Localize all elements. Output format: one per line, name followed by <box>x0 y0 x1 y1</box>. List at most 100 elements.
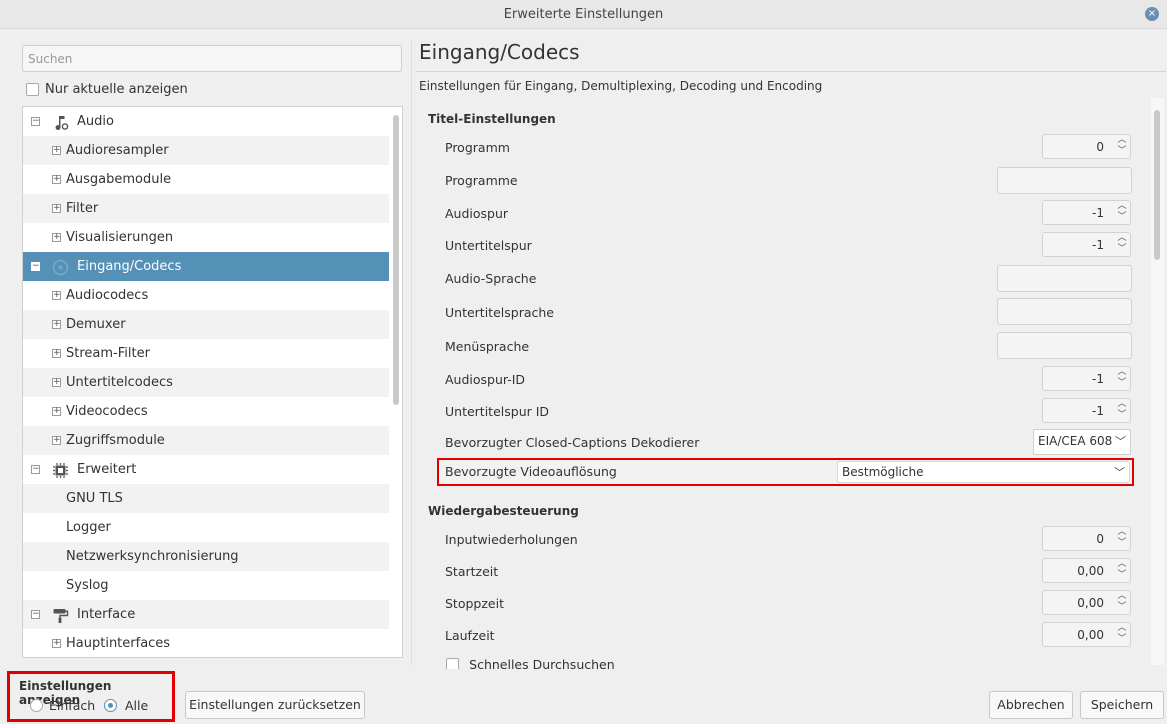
video-resolution-select[interactable]: Bestmögliche ﹀ <box>837 461 1130 483</box>
save-button[interactable]: Speichern <box>1080 691 1164 719</box>
expand-icon[interactable]: + <box>52 204 61 213</box>
reset-settings-button[interactable]: Einstellungen zurücksetzen <box>185 691 365 719</box>
window-titlebar: Erweiterte Einstellungen × <box>0 0 1167 29</box>
field-label-stoppzeit: Stoppzeit <box>445 596 504 611</box>
radio-simple[interactable] <box>30 699 43 712</box>
menuesprache-input[interactable] <box>997 332 1132 359</box>
field-label-audiospur-id: Audiospur-ID <box>445 372 526 387</box>
audiospur-id-spinbox[interactable]: -1 ︿ ﹀ <box>1042 366 1131 391</box>
collapse-icon[interactable]: − <box>31 610 40 619</box>
expand-icon[interactable]: + <box>52 436 61 445</box>
spin-arrows-icon[interactable]: ︿ ﹀ <box>1115 623 1129 646</box>
tree-item-stream-filter[interactable]: + Stream-Filter <box>23 339 389 368</box>
field-label-audio-sprache: Audio-Sprache <box>445 271 537 286</box>
collapse-icon[interactable]: − <box>31 117 40 126</box>
tree-item-audiocodecs[interactable]: + Audiocodecs <box>23 281 389 310</box>
expand-icon[interactable]: + <box>52 378 61 387</box>
untertitelspur-id-spinbox[interactable]: -1 ︿ ﹀ <box>1042 398 1131 423</box>
tree-item-erweitert[interactable]: − Erweitert <box>23 455 389 484</box>
tree-item-hauptinterfaces[interactable]: + Hauptinterfaces <box>23 629 389 657</box>
laufzeit-spinbox[interactable]: 0,00 ︿ ﹀ <box>1042 622 1131 647</box>
field-label-video-resolution: Bevorzugte Videoauflösung <box>445 464 617 479</box>
group-title-wiedergabe: Wiedergabesteuerung <box>428 504 579 518</box>
spin-arrows-icon[interactable]: ︿ ﹀ <box>1115 399 1129 422</box>
tree-item-label: Audiocodecs <box>66 288 149 303</box>
tree-item-zugriffsmodule[interactable]: + Zugriffsmodule <box>23 426 389 455</box>
radio-simple-label: Einfach <box>49 698 96 713</box>
settings-scrollbar[interactable] <box>1154 110 1160 260</box>
tree-item-label: Stream-Filter <box>66 346 150 361</box>
cancel-button[interactable]: Abbrechen <box>989 691 1073 719</box>
programm-spinbox[interactable]: 0 ︿ ﹀ <box>1042 134 1131 159</box>
field-label-startzeit: Startzeit <box>445 564 499 579</box>
spin-arrows-icon[interactable]: ︿ ﹀ <box>1115 591 1129 614</box>
spin-arrows-icon[interactable]: ︿ ﹀ <box>1115 527 1129 550</box>
startzeit-spinbox[interactable]: 0,00 ︿ ﹀ <box>1042 558 1131 583</box>
untertitelsprache-input[interactable] <box>997 298 1132 325</box>
fast-seek-checkbox[interactable]: Schnelles Durchsuchen <box>446 655 1146 669</box>
tree-item-interface[interactable]: − Interface <box>23 600 389 629</box>
only-current-checkbox[interactable]: Nur aktuelle anzeigen <box>26 82 188 97</box>
expand-icon[interactable]: + <box>52 233 61 242</box>
checkbox-box[interactable] <box>446 658 459 669</box>
collapse-icon[interactable]: − <box>31 465 40 474</box>
page-description: Einstellungen für Eingang, Demultiplexin… <box>419 79 823 93</box>
input-repeats-spinbox[interactable]: 0 ︿ ﹀ <box>1042 526 1131 551</box>
field-label-audiospur: Audiospur <box>445 206 509 221</box>
tree-item-filter[interactable]: + Filter <box>23 194 389 223</box>
tree-item-audioresampler[interactable]: + Audioresampler <box>23 136 389 165</box>
programme-input[interactable] <box>997 167 1132 194</box>
tree-item-audio[interactable]: − Audio <box>23 107 389 136</box>
tree-item-syslog[interactable]: Syslog <box>23 571 389 600</box>
tree-item-label: Untertitelcodecs <box>66 375 173 390</box>
untertitelspur-spinbox[interactable]: -1 ︿ ﹀ <box>1042 232 1131 257</box>
tree-item-untertitelcodecs[interactable]: + Untertitelcodecs <box>23 368 389 397</box>
tree-item-label: Audio <box>77 114 114 129</box>
expand-icon[interactable]: + <box>52 349 61 358</box>
expand-icon[interactable]: + <box>52 407 61 416</box>
tree-item-ausgabemodule[interactable]: + Ausgabemodule <box>23 165 389 194</box>
expand-icon[interactable]: + <box>52 175 61 184</box>
window-title: Erweiterte Einstellungen <box>503 7 664 22</box>
spin-arrows-icon[interactable]: ︿ ﹀ <box>1115 201 1129 224</box>
spin-arrows-icon[interactable]: ︿ ﹀ <box>1115 367 1129 390</box>
audio-sprache-input[interactable] <box>997 265 1132 292</box>
tree-item-netzwerksynchronisierung[interactable]: Netzwerksynchronisierung <box>23 542 389 571</box>
spin-arrows-icon[interactable]: ︿ ﹀ <box>1115 135 1129 158</box>
tree-item-visualisierungen[interactable]: + Visualisierungen <box>23 223 389 252</box>
tree-item-eingang-codecs[interactable]: − Eingang/Codecs <box>23 252 389 281</box>
tree-item-label: Demuxer <box>66 317 126 332</box>
tree-item-label: Filter <box>66 201 99 216</box>
group-title-titel: Titel-Einstellungen <box>428 112 556 126</box>
stoppzeit-spinbox[interactable]: 0,00 ︿ ﹀ <box>1042 590 1131 615</box>
tree-item-logger[interactable]: Logger <box>23 513 389 542</box>
expand-icon[interactable]: + <box>52 146 61 155</box>
expand-icon[interactable]: + <box>52 320 61 329</box>
chevron-down-icon: ﹀ <box>1114 466 1125 479</box>
tree-scrollbar[interactable] <box>393 115 399 405</box>
field-label-cc-decoder: Bevorzugter Closed-Captions Dekodierer <box>445 435 700 450</box>
tree-item-label: GNU TLS <box>66 491 123 506</box>
field-label-menuesprache: Menüsprache <box>445 339 530 354</box>
search-input[interactable]: Suchen <box>22 45 402 72</box>
checkbox-box[interactable] <box>26 83 39 96</box>
tree-item-label: Ausgabemodule <box>66 172 172 187</box>
tree-item-gnu-tls[interactable]: GNU TLS <box>23 484 389 513</box>
tree-item-label: Netzwerksynchronisierung <box>66 549 239 564</box>
field-label-laufzeit: Laufzeit <box>445 628 495 643</box>
spin-arrows-icon[interactable]: ︿ ﹀ <box>1115 233 1129 256</box>
collapse-icon[interactable]: − <box>31 262 40 271</box>
cc-decoder-select[interactable]: EIA/CEA 608 ﹀ <box>1033 429 1131 455</box>
audiospur-spinbox[interactable]: -1 ︿ ﹀ <box>1042 200 1131 225</box>
settings-tree[interactable]: − Audio + Audioresampler + Ausgabemodule + Filt… <box>22 106 403 658</box>
tree-item-label: Erweitert <box>77 462 137 477</box>
field-label-programme: Programme <box>445 173 518 188</box>
field-label-untertitelspur: Untertitelspur <box>445 238 532 253</box>
spin-arrows-icon[interactable]: ︿ ﹀ <box>1115 559 1129 582</box>
tree-item-demuxer[interactable]: + Demuxer <box>23 310 389 339</box>
expand-icon[interactable]: + <box>52 639 61 648</box>
tree-item-videocodecs[interactable]: + Videocodecs <box>23 397 389 426</box>
radio-all[interactable] <box>104 699 117 712</box>
expand-icon[interactable]: + <box>52 291 61 300</box>
close-icon[interactable]: × <box>1145 7 1159 21</box>
